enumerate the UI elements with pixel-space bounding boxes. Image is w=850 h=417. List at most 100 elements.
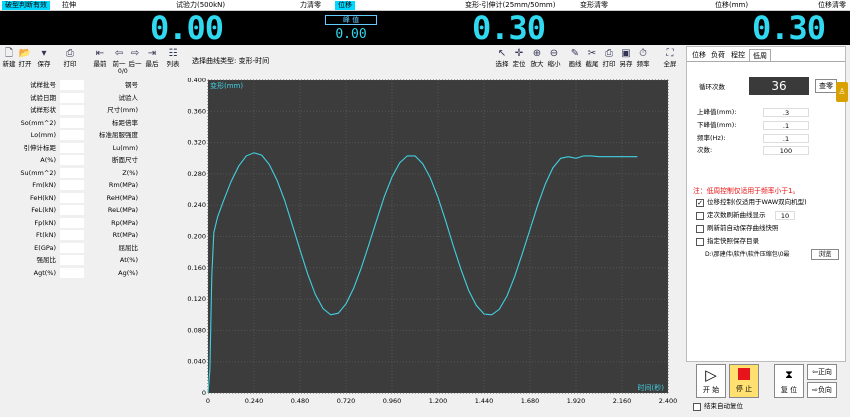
param-value[interactable] xyxy=(60,192,84,203)
tab-lowcycle[interactable]: 低周 xyxy=(749,49,771,61)
zoom-in-icon: ⊕ xyxy=(532,48,542,59)
query-button[interactable]: 查零 xyxy=(815,79,837,93)
save-as-tool[interactable]: ▣ 另存 xyxy=(618,47,634,68)
break-judge-indicator: 破型判断有效 xyxy=(2,1,50,10)
y-tick-label: 0.240 xyxy=(187,201,206,209)
save-button[interactable]: ▾ 保存 xyxy=(36,47,52,68)
tab-displacement[interactable]: 位移 xyxy=(689,49,709,61)
save-icon: ▾ xyxy=(41,48,47,59)
first-button[interactable]: ⇤ 最前 xyxy=(93,47,107,68)
count-input[interactable]: 100 xyxy=(763,146,809,155)
param-row: Fm(kN) Rm(MPa) xyxy=(0,179,140,191)
param-value[interactable] xyxy=(60,130,84,140)
refresh-checkbox[interactable] xyxy=(696,212,704,220)
x-tick-label: 1.920 xyxy=(567,397,586,405)
param-value[interactable] xyxy=(60,267,84,278)
new-file-icon: 🗋 xyxy=(4,48,14,59)
param-label: 试验日期 xyxy=(30,93,56,102)
last-button[interactable]: ⇥ 最后 xyxy=(145,47,159,68)
print-chart-tool[interactable]: ⎙ 打印 xyxy=(601,47,617,68)
prev-icon: ⇦ xyxy=(114,48,124,59)
param-value[interactable] xyxy=(60,230,84,240)
print-button[interactable]: ⎙ 打印 xyxy=(62,47,78,68)
param-label-right: 标距倍率 xyxy=(112,118,138,127)
force-readout: 0.00 xyxy=(150,9,224,47)
param-value[interactable] xyxy=(60,117,84,128)
zoom-in-tool[interactable]: ⊕ 放大 xyxy=(529,47,545,68)
side-badge-icon[interactable]: ♙ xyxy=(836,82,848,102)
zoom-out-tool[interactable]: ⊖ 缩小 xyxy=(546,47,562,68)
param-value[interactable] xyxy=(60,155,84,165)
y-tick-label: 0.320 xyxy=(187,139,206,147)
x-tick-label: 0.720 xyxy=(337,397,356,405)
autosave-label: 刷新前自动保存曲线快照 xyxy=(707,224,779,232)
param-value[interactable] xyxy=(60,180,84,190)
auto-reset-checkbox[interactable] xyxy=(693,403,701,411)
param-label-right: 试验人 xyxy=(118,93,139,102)
lower-peak-input[interactable]: .1 xyxy=(763,121,809,130)
printer-icon: ⎙ xyxy=(66,48,74,59)
deform-readout: 0.30 xyxy=(472,9,546,47)
upper-peak-input[interactable]: .3 xyxy=(763,108,809,117)
start-button[interactable]: ▷ 开 始 xyxy=(696,364,726,398)
forward-button[interactable]: ⇦正向 xyxy=(807,364,837,380)
freq-tool[interactable]: ⏱ 频率 xyxy=(635,47,651,68)
tab-program[interactable]: 程控 xyxy=(728,49,748,61)
param-value[interactable] xyxy=(60,205,84,215)
new-button[interactable]: 🗋 新建 xyxy=(2,47,16,68)
param-value[interactable] xyxy=(60,80,84,90)
fullscreen-tool[interactable]: ⛶ 全屏 xyxy=(662,47,678,68)
locate-tool[interactable]: ✛ 定位 xyxy=(511,47,527,68)
param-value[interactable] xyxy=(60,217,84,228)
autosave-checkbox[interactable] xyxy=(696,225,704,233)
next-icon: ⇨ xyxy=(130,48,140,59)
freq-input[interactable]: .1 xyxy=(763,134,809,143)
tab-load[interactable]: 负荷 xyxy=(708,49,728,61)
snapshot-dir-label: 指定快照保存目录 xyxy=(707,237,759,245)
displacement-label: 位移(mm) xyxy=(715,1,749,9)
param-value[interactable] xyxy=(60,242,84,253)
param-label-right: 断面尺寸 xyxy=(112,156,138,164)
snapshot-path: D:\那建伟\软件\软件压缩包\0最 xyxy=(705,251,790,258)
select-tool[interactable]: ↖ 选择 xyxy=(494,47,510,68)
param-label-right: Ag(%) xyxy=(118,268,138,277)
cycles-label: 循环次数 xyxy=(699,83,725,91)
param-row: So(mm^2) 标距倍率 xyxy=(0,117,140,129)
force-zero-button[interactable]: 力清零 xyxy=(300,1,321,10)
param-label: 试样形状 xyxy=(30,106,56,114)
readout-panel: 0.00 峰 值 0.00 0.30 0.30 xyxy=(0,11,850,45)
draw-line-tool[interactable]: ✎ 画线 xyxy=(567,47,583,68)
reset-button[interactable]: ⧗ 复 位 xyxy=(774,364,804,398)
y-tick-label: 0.080 xyxy=(187,326,206,334)
stop-button[interactable]: 停 止 xyxy=(729,364,759,398)
reverse-button[interactable]: ⇨负向 xyxy=(807,382,837,398)
disp-control-checkbox[interactable]: ✓ xyxy=(696,199,704,207)
param-value[interactable] xyxy=(60,105,84,115)
param-row: Agt(%) Ag(%) xyxy=(0,267,140,279)
snapshot-dir-checkbox[interactable] xyxy=(696,238,704,246)
browse-button[interactable]: 浏览 xyxy=(811,249,839,260)
param-label-right: Rm(MPa) xyxy=(108,181,138,189)
crop-tool[interactable]: ✂ 截尾 xyxy=(584,47,600,68)
disp-readout: 0.30 xyxy=(752,9,826,47)
refresh-count-input[interactable]: 10 xyxy=(775,211,795,220)
param-value[interactable] xyxy=(60,167,84,178)
param-value[interactable] xyxy=(60,92,84,103)
list-button[interactable]: ☷ 列表 xyxy=(165,47,181,68)
param-label-right: Rt(MPa) xyxy=(112,231,138,239)
curve-chart[interactable]: 0 0.240 0.480 0.720 0.960 1.200 1.440 1.680 1.92… xyxy=(186,76,680,415)
control-panel: 位移 负荷 程控 低周 循环次数 36 查零 上峰值(mm): .3 下峰值(m… xyxy=(686,46,846,362)
x-tick-label: 1.680 xyxy=(521,397,540,405)
param-row: E(GPa) 屈屈比 xyxy=(0,242,140,254)
param-value[interactable] xyxy=(60,255,84,265)
open-button[interactable]: 📂 打开 xyxy=(18,47,32,68)
deform-zero-button[interactable]: 变形清零 xyxy=(580,1,608,10)
status-header: 破型判断有效 拉伸 试验力(500kN) 位移 力清零 变形-引伸计(25mm/… xyxy=(0,0,850,11)
param-label: FeH(kN) xyxy=(30,193,56,202)
printer-icon: ⎙ xyxy=(605,48,613,59)
next-button[interactable]: ⇨ 后一 xyxy=(128,47,142,68)
lower-peak-label: 下峰值(mm): xyxy=(697,121,737,129)
param-value[interactable] xyxy=(60,142,84,153)
curve-type-value[interactable]: 变形-时间 xyxy=(239,57,270,65)
prev-button[interactable]: ⇦ 前一 xyxy=(112,47,126,68)
